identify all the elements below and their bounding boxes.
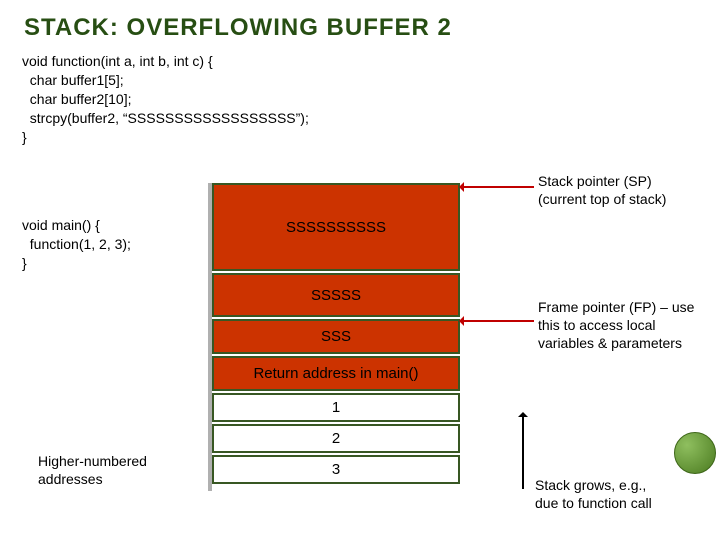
decorative-sphere	[674, 432, 716, 474]
stack-cell-arg3: 3	[212, 455, 460, 484]
code-block-1: void function(int a, int b, int c) { cha…	[22, 52, 309, 146]
stack-cell-arg1: 1	[212, 393, 460, 422]
stack-cell-sfp: SSS	[212, 319, 460, 354]
label-frame-pointer: Frame pointer (FP) – use this to access …	[538, 298, 708, 353]
stack-cell-arg2: 2	[212, 424, 460, 453]
label-stack-pointer: Stack pointer (SP) (current top of stack…	[538, 172, 666, 208]
stack-cell-ret: Return address in main()	[212, 356, 460, 391]
stack-cell-buffer1: SSSSS	[212, 273, 460, 317]
arrow-sp	[462, 186, 534, 188]
slide-title: STACK: OVERFLOWING BUFFER 2	[0, 0, 720, 42]
arrow-grow	[522, 415, 524, 489]
label-higher-addresses: Higher-numbered addresses	[38, 452, 147, 488]
label-stack-grows: Stack grows, e.g., due to function call	[535, 476, 652, 512]
stack-cell-buffer2: SSSSSSSSSS	[212, 183, 460, 271]
arrow-fp	[462, 320, 534, 322]
stack-diagram: SSSSSSSSSS SSSSS SSS Return address in m…	[212, 183, 460, 484]
code-block-2: void main() { function(1, 2, 3); }	[22, 216, 131, 273]
